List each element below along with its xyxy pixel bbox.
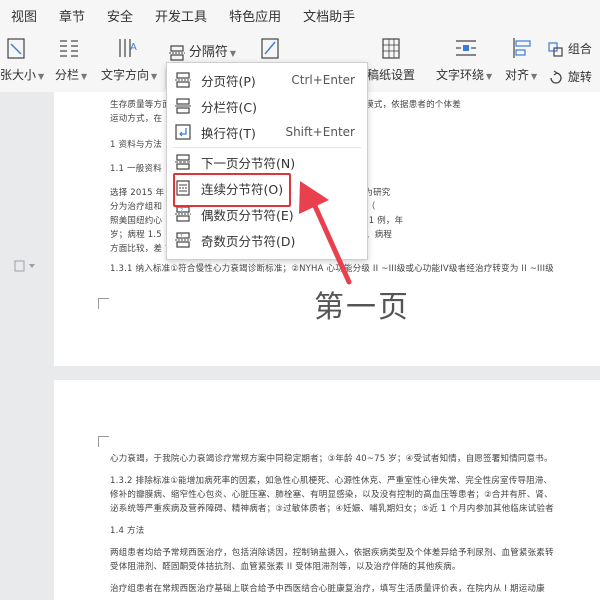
tab-chapter[interactable]: 章节 [48, 6, 96, 25]
menu-item-shortcut: Ctrl+Enter [291, 73, 355, 87]
menu-item-label: 下一页分节符(N) [201, 155, 296, 171]
svg-text:A: A [130, 42, 137, 53]
separator-button[interactable]: 分隔符 ▼ [169, 41, 236, 61]
text-direction-icon: A [119, 39, 137, 57]
menu-item-label: 分栏符(C) [201, 99, 257, 115]
manuscript-label: 稿纸设置 [367, 68, 416, 82]
margin-corner-mark [98, 298, 109, 309]
menu-item-label: 换行符(T) [201, 125, 256, 141]
text-line: 1.4 方法 [110, 526, 145, 536]
columns-icon [60, 40, 78, 57]
column-break-icon [175, 98, 191, 114]
manuscript-icon [382, 38, 400, 59]
menu-item-next-page-section[interactable]: 下一页分节符(N) [167, 149, 367, 175]
menu-item-column-break[interactable]: 分栏符(C) [167, 93, 367, 119]
separator-dropdown-menu: 分页符(P) Ctrl+Enter 分栏符(C) 换行符(T) Shift+En… [166, 62, 368, 260]
columns-button[interactable]: 分栏 ▼ [55, 36, 87, 83]
manuscript-button[interactable]: 稿纸设置 [367, 36, 415, 83]
paper-size-label: 张大小 [0, 68, 37, 82]
text-line: 1.3.2 排除标准①能增加病死率的因素，如急性心肌梗死、心源性休克、严重室性心… [110, 476, 553, 486]
page-break-icon [175, 72, 191, 88]
separator-icon [169, 44, 185, 61]
text-line: 修补的瓣膜病、缩窄性心包炎、心脏压塞、肺栓塞、有明显感染，以及没有控制的高血压等… [110, 490, 553, 500]
menu-item-shortcut: Shift+Enter [285, 125, 355, 139]
align-button[interactable]: 对齐 ▼ [505, 36, 537, 83]
paragraph-marker-icon[interactable] [14, 260, 36, 275]
text-wrap-button[interactable]: 文字环绕 ▼ [436, 36, 492, 83]
even-page-section-icon: 2 [175, 206, 191, 222]
text-wrap-label: 文字环绕 [436, 68, 485, 82]
tab-view[interactable]: 视图 [0, 6, 48, 25]
align-icon [513, 38, 531, 58]
svg-text:2: 2 [180, 208, 183, 214]
align-label: 对齐 [505, 68, 530, 82]
rotate-icon [550, 70, 562, 84]
tab-security[interactable]: 安全 [96, 6, 144, 25]
menu-item-odd-page-section[interactable]: 1 奇数页分节符(D) [167, 227, 367, 253]
rotate-label: 旋转 [567, 70, 592, 84]
text-line: 两组患者均给予常规西医治疗，包括消除诱因，控制钠盐摄入，依据疾病类型及个体差异给… [110, 548, 554, 558]
menu-item-label: 奇数页分节符(D) [201, 233, 296, 249]
menu-item-page-break[interactable]: 分页符(P) Ctrl+Enter [167, 67, 367, 93]
text-line: 心力衰竭，于我院心力衰竭诊疗常规方案中同稳定期者；③年龄 40~75 岁；④受试… [110, 454, 553, 464]
text-wrap-icon [456, 40, 476, 56]
group-button[interactable]: 组合 [548, 40, 592, 58]
tab-features[interactable]: 特色应用 [218, 6, 292, 25]
text-line: 1.3.1 纳入标准①符合慢性心力衰竭诊断标准；②NYHA 心功能分级 II ~… [110, 264, 554, 274]
menu-separator [173, 147, 361, 148]
columns-label: 分栏 [55, 68, 80, 82]
text-line: 受体阻滞剂、醛固酮受体拮抗剂、血管紧张素 II 受体阻滞剂等，以及治疗伴随的其他… [110, 562, 461, 572]
text-direction-button[interactable]: A 文字方向 ▼ [101, 36, 157, 83]
text-direction-label: 文字方向 [101, 68, 150, 82]
text-line: 治疗组患者在常规西医治疗基础上联合给予中西医结合心脏康复治疗，填写生活质量评价表… [110, 584, 545, 594]
tab-dev-tools[interactable]: 开发工具 [144, 6, 218, 25]
margin-corner-mark [98, 436, 109, 447]
paper-size-button[interactable]: 张大小 ▼ [0, 36, 44, 83]
menu-item-label: 偶数页分节符(E) [201, 207, 294, 223]
paper-size-icon [7, 38, 25, 59]
group-icon [548, 41, 563, 57]
page-label: 第一页 [314, 290, 410, 325]
group-label: 组合 [567, 42, 592, 56]
next-page-section-icon [175, 154, 191, 170]
page-border-icon [261, 38, 279, 59]
menu-item-line-break[interactable]: 换行符(T) Shift+Enter [167, 119, 367, 145]
tab-doc-assistant[interactable]: 文档助手 [292, 6, 366, 25]
text-line: 泌系统等严重疾病及营养障碍、精神病者；③过敏体质者；④妊娠、哺乳期妇女；⑤近 1… [110, 504, 554, 514]
rotate-button[interactable]: 旋转 [548, 68, 592, 86]
odd-page-section-icon: 1 [175, 232, 191, 248]
svg-text:1: 1 [180, 234, 183, 240]
highlight-box [173, 173, 291, 207]
menu-item-label: 分页符(P) [201, 73, 256, 89]
page-2[interactable]: 心力衰竭，于我院心力衰竭诊疗常规方案中同稳定期者；③年龄 40~75 岁；④受试… [54, 380, 600, 600]
separator-label: 分隔符 [188, 45, 228, 60]
line-break-icon [175, 124, 191, 140]
menu-bar: 视图 章节 安全 开发工具 特色应用 文档助手 [0, 0, 600, 30]
